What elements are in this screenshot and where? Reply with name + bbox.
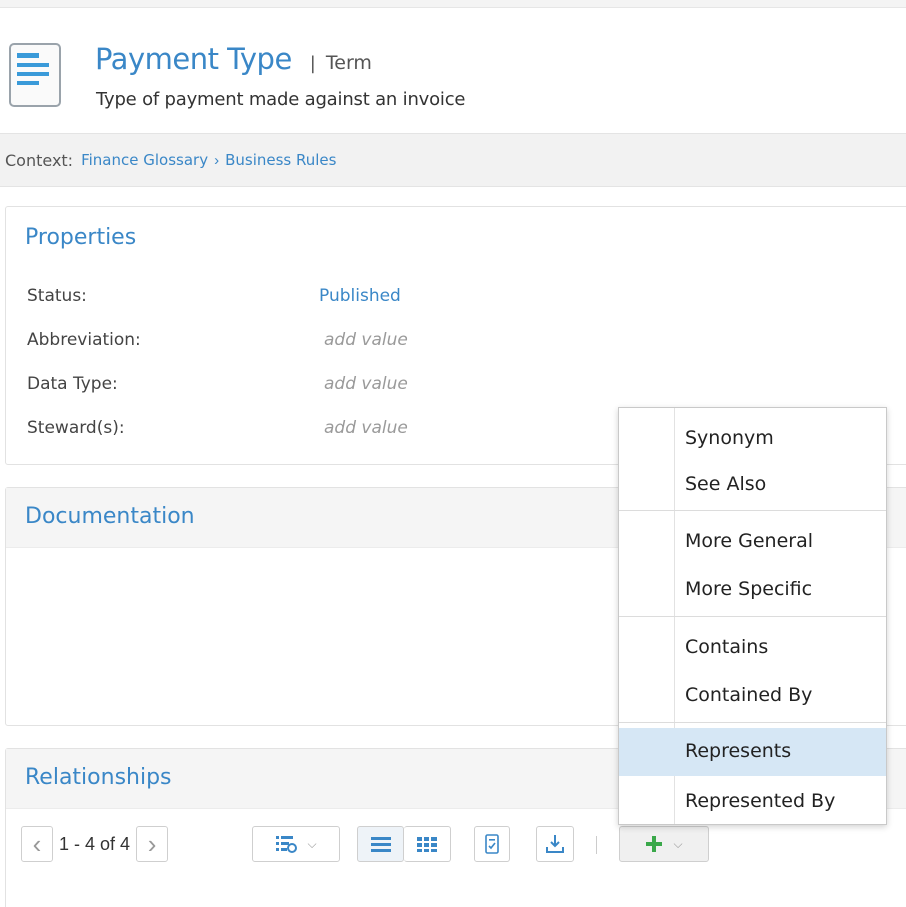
menu-divider [619,722,886,723]
property-label: Abbreviation: [27,330,141,350]
menu-item-represents[interactable]: Represents [619,728,886,776]
column-settings-button[interactable]: ⌵ [252,826,340,862]
chevron-down-icon: ⌵ [673,836,683,851]
breadcrumb-link-business-rules[interactable]: Business Rules [225,151,336,169]
chevron-right-icon[interactable]: › [136,826,169,862]
menu-item-contained-by[interactable]: Contained By [619,672,886,716]
page-header: Payment Type | Term Type of payment made… [0,9,906,132]
relationships-title: Relationships [25,765,172,790]
grid-view-button[interactable] [404,826,451,862]
export-icon [546,835,564,853]
breadcrumb-link-finance-glossary[interactable]: Finance Glossary [81,151,208,169]
property-label: Steward(s): [27,418,125,438]
property-row-abbreviation: Abbreviation: add value [27,330,527,354]
menu-item-more-general[interactable]: More General [619,518,886,562]
context-label: Context: [5,150,74,170]
property-row-status: Status: Published [27,286,527,310]
documentation-title: Documentation [25,504,195,529]
menu-item-label: Represents [685,740,792,762]
add-value-link[interactable]: add value [324,330,408,350]
status-value-link[interactable]: Published [319,286,401,306]
menu-item-synonym[interactable]: Synonym [619,415,886,459]
properties-title: Properties [25,225,137,250]
asset-kind: Term [325,52,372,74]
export-button[interactable] [536,826,574,862]
add-icon [646,836,663,852]
menu-divider [619,510,886,511]
grid-view-icon [417,837,437,852]
pager: ‹ 1 - 4 of 4 › [21,826,169,862]
context-breadcrumb: Context: Finance Glossary › Business Rul… [0,133,906,187]
property-label: Status: [27,286,87,306]
add-value-link[interactable]: add value [324,374,408,394]
menu-item-label: Synonym [685,427,774,449]
menu-item-label: Contained By [685,684,813,706]
menu-item-represented-by[interactable]: Represented By [619,778,886,822]
top-strip [0,0,906,8]
page-title: Payment Type [95,42,292,76]
checklist-button[interactable] [474,826,510,862]
menu-item-label: See Also [685,473,767,495]
property-row-stewards: Steward(s): add value [27,418,527,442]
page-description: Type of payment made against an invoice [96,89,466,110]
menu-item-label: Represented By [685,790,836,812]
toolbar-divider [596,836,597,854]
menu-item-contains[interactable]: Contains [619,624,886,668]
menu-item-label: Contains [685,636,769,658]
add-relationship-menu: Synonym See Also More General More Speci… [618,407,887,825]
menu-divider [619,616,886,617]
term-icon [9,43,61,107]
menu-item-see-also[interactable]: See Also [619,461,886,505]
column-settings-icon [276,836,298,853]
menu-item-more-specific[interactable]: More Specific [619,566,886,610]
menu-item-label: More Specific [685,578,813,600]
checklist-icon [485,834,499,854]
list-view-button[interactable] [357,826,404,862]
pager-range: 1 - 4 of 4 [59,833,131,854]
list-view-icon [370,837,391,852]
breadcrumb-chevron-icon: › [214,151,220,169]
property-label: Data Type: [27,374,118,394]
add-relationship-button[interactable]: ⌵ [619,826,709,862]
title-separator: | [309,53,316,74]
chevron-left-icon[interactable]: ‹ [21,826,53,862]
menu-item-label: More General [685,530,814,552]
property-row-data-type: Data Type: add value [27,374,527,398]
chevron-down-icon: ⌵ [307,836,317,851]
add-value-link[interactable]: add value [324,418,408,438]
